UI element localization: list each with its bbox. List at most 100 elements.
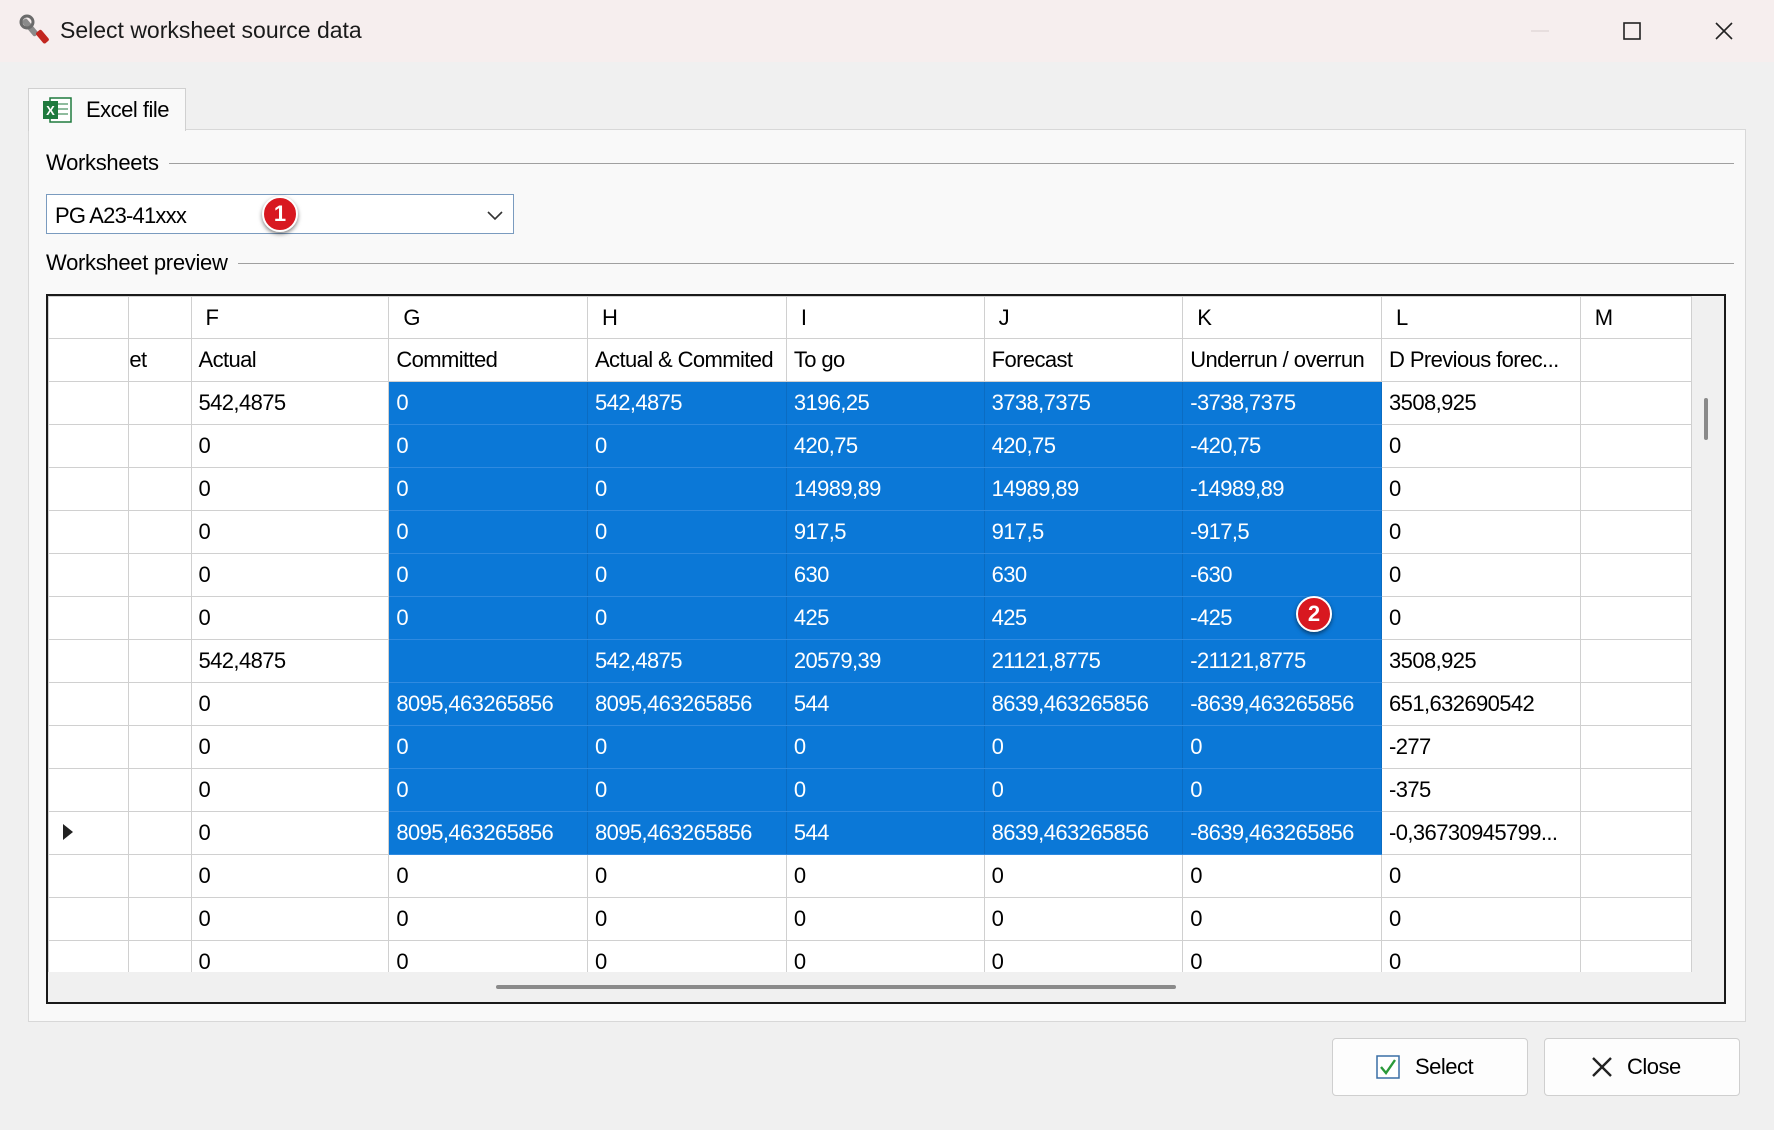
grid-cell[interactable]: 0: [388, 467, 588, 511]
grid-cell[interactable]: 8095,463265856: [586, 811, 787, 855]
column-header[interactable]: To go: [785, 338, 985, 382]
close-window-button[interactable]: [1678, 0, 1770, 62]
maximize-button[interactable]: [1586, 0, 1678, 62]
grid-cell[interactable]: -630: [1182, 553, 1383, 597]
column-header[interactable]: D Previous forec...: [1381, 338, 1581, 382]
grid-cell[interactable]: 3508,925: [1381, 639, 1581, 683]
grid-cell[interactable]: 917,5: [983, 510, 1184, 554]
grid-cell[interactable]: 3738,7375: [983, 381, 1184, 425]
grid-cell[interactable]: 0: [586, 553, 787, 597]
grid-cell[interactable]: 425: [785, 596, 985, 640]
grid-cell[interactable]: 420,75: [983, 424, 1184, 468]
grid-cell[interactable]: 0: [785, 940, 985, 972]
column-header[interactable]: et: [128, 338, 192, 382]
grid-cell[interactable]: [1579, 682, 1692, 726]
table-row[interactable]: 0 8095,463265856 8095,463265856 544 8639,463…: [48, 682, 1692, 726]
grid-cell[interactable]: 0: [1381, 424, 1581, 468]
grid-cell[interactable]: -375: [1381, 768, 1581, 812]
grid-cell[interactable]: 0: [586, 897, 787, 941]
grid-cell[interactable]: 0: [388, 381, 588, 425]
grid-cell[interactable]: [128, 639, 192, 683]
row-header[interactable]: [48, 553, 130, 597]
grid-cell[interactable]: 0: [190, 940, 390, 972]
grid-cell[interactable]: 0: [190, 682, 390, 726]
grid-cell[interactable]: 420,75: [785, 424, 985, 468]
grid-cell[interactable]: 425: [983, 596, 1184, 640]
grid-cell[interactable]: [128, 381, 192, 425]
grid-cell[interactable]: 0: [785, 768, 985, 812]
grid-cell[interactable]: 8095,463265856: [586, 682, 787, 726]
grid-cell[interactable]: [128, 424, 192, 468]
table-row[interactable]: 0 8095,463265856 8095,463265856 544 8639,463…: [48, 811, 1692, 855]
row-header[interactable]: [48, 811, 130, 855]
grid-cell[interactable]: [128, 510, 192, 554]
table-row[interactable]: 0000000: [48, 940, 1692, 972]
row-header[interactable]: [48, 940, 130, 972]
grid-cell[interactable]: -420,75: [1182, 424, 1383, 468]
row-header[interactable]: [48, 467, 130, 511]
grid-cell[interactable]: 0: [586, 768, 787, 812]
grid-cell[interactable]: 0: [785, 725, 985, 769]
grid-cell[interactable]: [1579, 897, 1692, 941]
grid-cell[interactable]: 0: [1381, 467, 1581, 511]
grid-cell[interactable]: 8639,463265856: [983, 682, 1184, 726]
grid-cell[interactable]: 0: [1381, 596, 1581, 640]
grid-cell[interactable]: 0: [586, 725, 787, 769]
grid-cell[interactable]: [128, 854, 192, 898]
grid-cell[interactable]: 544: [785, 811, 985, 855]
grid-cell[interactable]: 0: [1182, 854, 1383, 898]
grid-cell[interactable]: [128, 596, 192, 640]
table-row[interactable]: 0000000: [48, 854, 1692, 898]
grid-cell[interactable]: 21121,8775: [983, 639, 1184, 683]
table-row[interactable]: 0 0 0 630 630 -630 0: [48, 553, 1692, 597]
close-button[interactable]: Close: [1544, 1038, 1740, 1096]
grid-cell[interactable]: 0: [586, 940, 787, 972]
grid-cell[interactable]: [388, 639, 588, 683]
grid-cell[interactable]: 20579,39: [785, 639, 985, 683]
grid-cell[interactable]: 0: [190, 424, 390, 468]
grid-cell[interactable]: [1579, 381, 1692, 425]
grid-cell[interactable]: 0: [983, 897, 1184, 941]
grid-cell[interactable]: 630: [983, 553, 1184, 597]
grid-cell[interactable]: 0: [388, 510, 588, 554]
grid-cell[interactable]: 0: [190, 768, 390, 812]
grid-cell[interactable]: 3196,25: [785, 381, 985, 425]
grid-cell[interactable]: 8095,463265856: [388, 811, 588, 855]
grid-cell[interactable]: [128, 811, 192, 855]
grid-cell[interactable]: 0: [388, 424, 588, 468]
grid-cell[interactable]: 542,4875: [586, 639, 787, 683]
grid-cell[interactable]: 0: [1381, 940, 1581, 972]
grid-cell[interactable]: 14989,89: [785, 467, 985, 511]
grid-cell[interactable]: 0: [1182, 940, 1383, 972]
column-header[interactable]: Underrun / overrun: [1182, 338, 1383, 382]
row-header[interactable]: [48, 854, 130, 898]
grid-cell[interactable]: 544: [785, 682, 985, 726]
grid-cell[interactable]: 0: [190, 811, 390, 855]
grid-cell[interactable]: -0,36730945799...: [1381, 811, 1581, 855]
grid-cell[interactable]: 0: [1182, 768, 1383, 812]
grid-cell[interactable]: 14989,89: [983, 467, 1184, 511]
column-header[interactable]: Actual & Commited: [586, 338, 787, 382]
grid-cell[interactable]: -8639,463265856: [1182, 811, 1383, 855]
grid-cell[interactable]: 3508,925: [1381, 381, 1581, 425]
grid-cell[interactable]: 0: [190, 725, 390, 769]
grid-cell[interactable]: [1579, 854, 1692, 898]
grid-cell[interactable]: [128, 553, 192, 597]
grid-cell[interactable]: 0: [983, 725, 1184, 769]
select-button[interactable]: Select: [1332, 1038, 1528, 1096]
row-header[interactable]: [48, 682, 130, 726]
table-row[interactable]: 0000000: [48, 897, 1692, 941]
grid-cell[interactable]: 0: [1381, 553, 1581, 597]
grid-cell[interactable]: 0: [1381, 510, 1581, 554]
grid-cell[interactable]: -3738,7375: [1182, 381, 1383, 425]
minimize-button[interactable]: [1494, 0, 1586, 62]
row-header[interactable]: [48, 381, 130, 425]
grid-cell[interactable]: 0: [388, 897, 588, 941]
table-row[interactable]: 0 0 0 420,75 420,75 -420,75 0: [48, 424, 1692, 468]
grid-cell[interactable]: 0: [388, 940, 588, 972]
grid-cell[interactable]: [1579, 510, 1692, 554]
grid-cell[interactable]: [128, 682, 192, 726]
row-header[interactable]: [48, 510, 130, 554]
grid-cell[interactable]: -425: [1182, 596, 1383, 640]
row-header[interactable]: [48, 725, 130, 769]
